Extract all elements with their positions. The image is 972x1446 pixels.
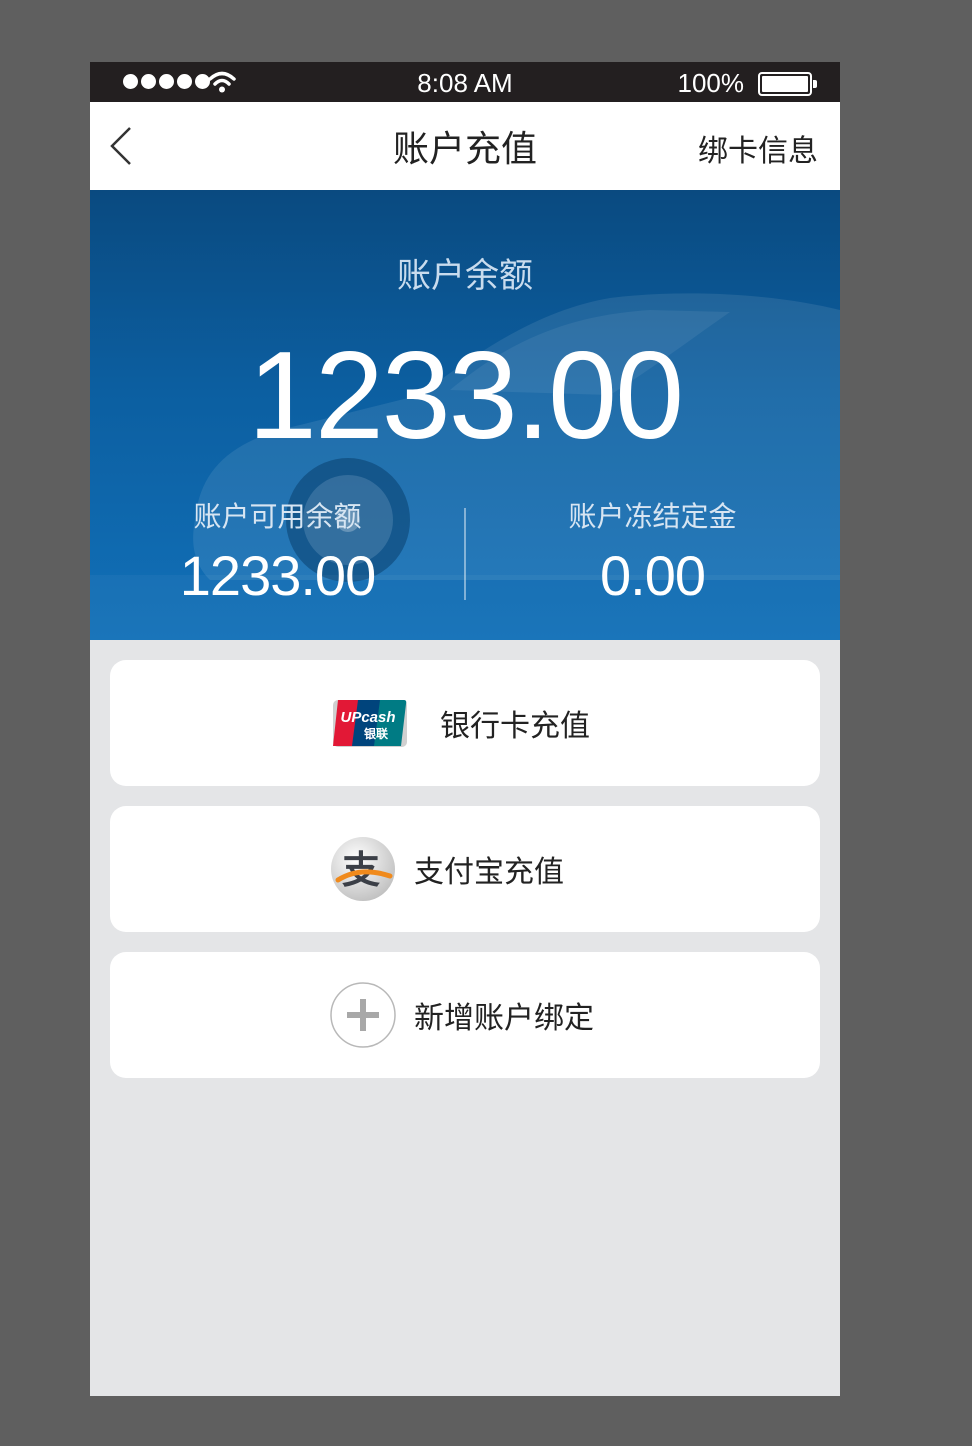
phone-screen: 8:08 AM 100% 账户充值 绑卡信息 账户余额 1233.00 账户可用… <box>90 62 840 1396</box>
unionpay-icon: UPcash 银联 <box>333 700 407 747</box>
balance-label: 账户余额 <box>397 256 533 296</box>
bank-card-recharge-button[interactable]: UPcash 银联 银行卡充值 <box>110 660 820 786</box>
add-account-binding-button[interactable]: 新增账户绑定 <box>110 952 820 1078</box>
bank-card-recharge-label: 银行卡充值 <box>440 709 590 744</box>
alipay-icon: 支 <box>331 837 395 901</box>
navigation-bar: 账户充值 绑卡信息 <box>90 102 840 190</box>
available-balance-value: 1233.00 <box>179 544 376 607</box>
alipay-recharge-button[interactable]: 支 支付宝充值 <box>110 806 820 932</box>
balance-amount: 1233.00 <box>247 327 684 465</box>
svg-text:银联: 银联 <box>364 726 388 741</box>
frozen-deposit-value: 0.00 <box>600 544 706 607</box>
alipay-recharge-label: 支付宝充值 <box>414 855 564 890</box>
svg-text:UPcash: UPcash <box>340 709 395 726</box>
battery-percentage: 100% <box>677 68 745 98</box>
frozen-deposit: 账户冻结定金 0.00 <box>465 495 840 608</box>
plus-icon <box>330 982 396 1048</box>
battery-icon <box>758 72 817 96</box>
add-account-binding-label: 新增账户绑定 <box>414 1001 594 1036</box>
balance-banner: 账户余额 1233.00 账户可用余额 1233.00 账户冻结定金 0.00 <box>90 190 840 640</box>
card-info-button[interactable]: 绑卡信息 <box>698 126 818 170</box>
available-balance-label: 账户可用余额 <box>193 500 362 533</box>
available-balance: 账户可用余额 1233.00 <box>90 495 465 608</box>
frozen-deposit-label: 账户冻结定金 <box>568 500 737 533</box>
status-bar: 8:08 AM 100% <box>90 62 840 102</box>
